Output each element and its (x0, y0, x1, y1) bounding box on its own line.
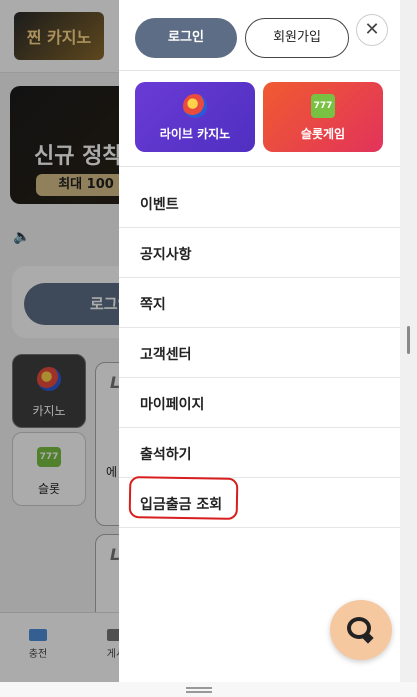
menu-item-notice[interactable]: 공지사항 (119, 228, 400, 278)
menu-item-label: 고객센터 (140, 347, 192, 363)
scrollbar[interactable] (400, 0, 417, 682)
menu-item-attendance[interactable]: 출석하기 (119, 428, 400, 478)
menu-item-support[interactable]: 고객센터 (119, 328, 400, 378)
casino-chip-icon (183, 94, 207, 118)
chat-button[interactable] (330, 600, 392, 660)
home-indicator-bar (0, 682, 417, 697)
menu-item-mypage[interactable]: 마이페이지 (119, 378, 400, 428)
side-drawer: 로그인 회원가입 ✕ 라이브 카지노 777 슬롯게임 이벤트 공지사항 쪽지 … (119, 0, 400, 682)
close-icon[interactable]: ✕ (356, 14, 388, 46)
slot-777-icon: 777 (311, 94, 335, 118)
signup-button[interactable]: 회원가입 (245, 18, 349, 58)
live-casino-label: 라이브 카지노 (159, 127, 231, 141)
menu-item-label: 공지사항 (140, 247, 192, 263)
scrollbar-thumb[interactable] (407, 326, 410, 354)
menu-item-label: 이벤트 (140, 197, 179, 213)
drawer-menu: 이벤트 공지사항 쪽지 고객센터 마이페이지 출석하기 입금출금 조회 (119, 178, 400, 528)
menu-item-event[interactable]: 이벤트 (119, 178, 400, 228)
live-casino-card[interactable]: 라이브 카지노 (135, 82, 255, 152)
divider (119, 70, 400, 71)
menu-item-label: 출석하기 (140, 447, 192, 463)
slot-game-label: 슬롯게임 (300, 127, 346, 141)
divider (119, 166, 400, 167)
red-annotation-circle (128, 476, 239, 520)
login-button[interactable]: 로그인 (135, 18, 237, 58)
grip-icon (186, 687, 212, 689)
menu-item-label: 마이페이지 (140, 397, 205, 413)
slot-game-card[interactable]: 777 슬롯게임 (263, 82, 383, 152)
menu-item-messages[interactable]: 쪽지 (119, 278, 400, 328)
menu-item-label: 쪽지 (140, 297, 166, 313)
